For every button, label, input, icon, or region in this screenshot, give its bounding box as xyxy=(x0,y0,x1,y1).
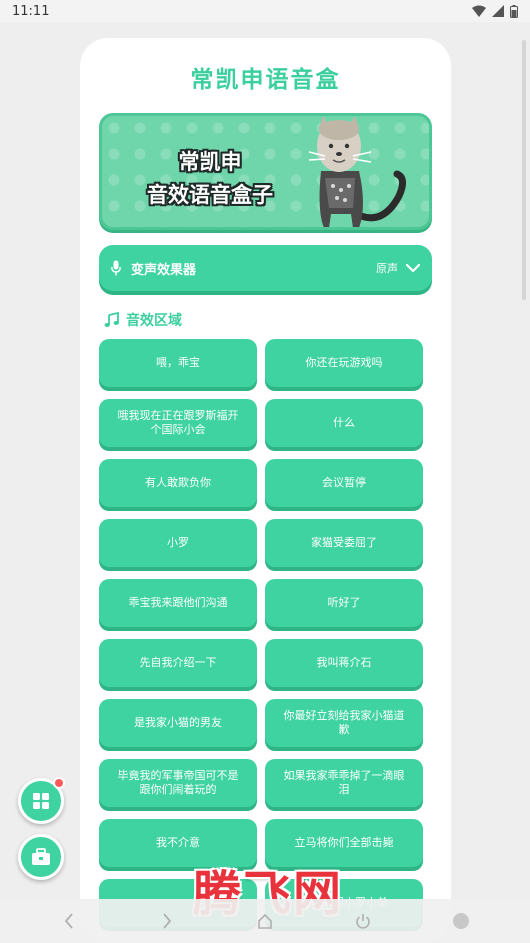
banner-character-image xyxy=(308,116,406,227)
scrollbar[interactable] xyxy=(522,40,526,300)
sound-button[interactable]: 我叫蒋介石 xyxy=(265,639,423,687)
signal-icon xyxy=(492,5,504,17)
notification-dot xyxy=(53,777,65,789)
sound-button[interactable]: 毕竟我的军事帝国可不是跟你们闹着玩的 xyxy=(99,759,257,807)
sound-button[interactable]: 你最好立刻给我家小猫道歉 xyxy=(265,699,423,747)
toolbox-icon xyxy=(32,848,50,865)
sound-button[interactable]: 先自我介绍一下 xyxy=(99,639,257,687)
sound-button[interactable]: 乖宝我来跟他们沟通 xyxy=(99,579,257,627)
main-card: 常凯申语音盒 常凯申 音效语音盒子 变声效果器 原声 音效区域 喂，乖宝 你还在… xyxy=(80,38,451,943)
sound-button[interactable]: 哦我现在正在跟罗斯福开个国际小会 xyxy=(99,399,257,447)
sound-button[interactable]: 小罗 xyxy=(99,519,257,567)
status-bar: 11:11 xyxy=(0,0,530,22)
wifi-icon xyxy=(472,5,486,17)
sound-button[interactable]: 喂，乖宝 xyxy=(99,339,257,387)
banner-line-1: 常凯申 xyxy=(178,150,242,174)
back-icon[interactable] xyxy=(53,905,85,937)
banner-text: 常凯申 音效语音盒子 xyxy=(130,146,290,212)
sound-button[interactable]: 会议暂停 xyxy=(265,459,423,507)
power-icon[interactable] xyxy=(347,905,379,937)
sound-button[interactable]: 是我家小猫的男友 xyxy=(99,699,257,747)
toolbox-fab-button[interactable] xyxy=(18,834,64,880)
system-nav-bar xyxy=(0,899,530,943)
voice-effect-selector[interactable]: 变声效果器 原声 xyxy=(99,245,432,291)
page-title: 常凯申语音盒 xyxy=(190,67,341,93)
voice-effect-label: 变声效果器 xyxy=(131,262,197,278)
sound-grid: 喂，乖宝 你还在玩游戏吗 哦我现在正在跟罗斯福开个国际小会 什么 有人敢欺负你 … xyxy=(99,339,423,927)
section-title: 音效区域 xyxy=(104,309,182,331)
banner: 常凯申 音效语音盒子 xyxy=(99,113,432,230)
section-title-text: 音效区域 xyxy=(126,313,182,329)
sound-button[interactable]: 你还在玩游戏吗 xyxy=(265,339,423,387)
home-icon[interactable] xyxy=(249,905,281,937)
music-note-icon xyxy=(104,312,119,327)
battery-icon xyxy=(510,4,518,18)
voice-effect-value: 原声 xyxy=(376,262,398,275)
sound-button[interactable]: 如果我家乖乖掉了一滴眼泪 xyxy=(265,759,423,807)
sound-button[interactable]: 听好了 xyxy=(265,579,423,627)
circle-icon[interactable] xyxy=(445,905,477,937)
chevron-down-icon[interactable] xyxy=(406,263,420,273)
forward-icon[interactable] xyxy=(151,905,183,937)
sound-button[interactable]: 有人敢欺负你 xyxy=(99,459,257,507)
grid-icon xyxy=(33,793,49,809)
sound-button[interactable]: 什么 xyxy=(265,399,423,447)
banner-line-2: 音效语音盒子 xyxy=(147,183,273,207)
apps-fab-button[interactable] xyxy=(18,777,65,824)
sound-button[interactable]: 家猫受委屈了 xyxy=(265,519,423,567)
microphone-icon xyxy=(111,260,121,276)
status-icons xyxy=(472,4,518,18)
status-time: 11:11 xyxy=(12,3,50,19)
